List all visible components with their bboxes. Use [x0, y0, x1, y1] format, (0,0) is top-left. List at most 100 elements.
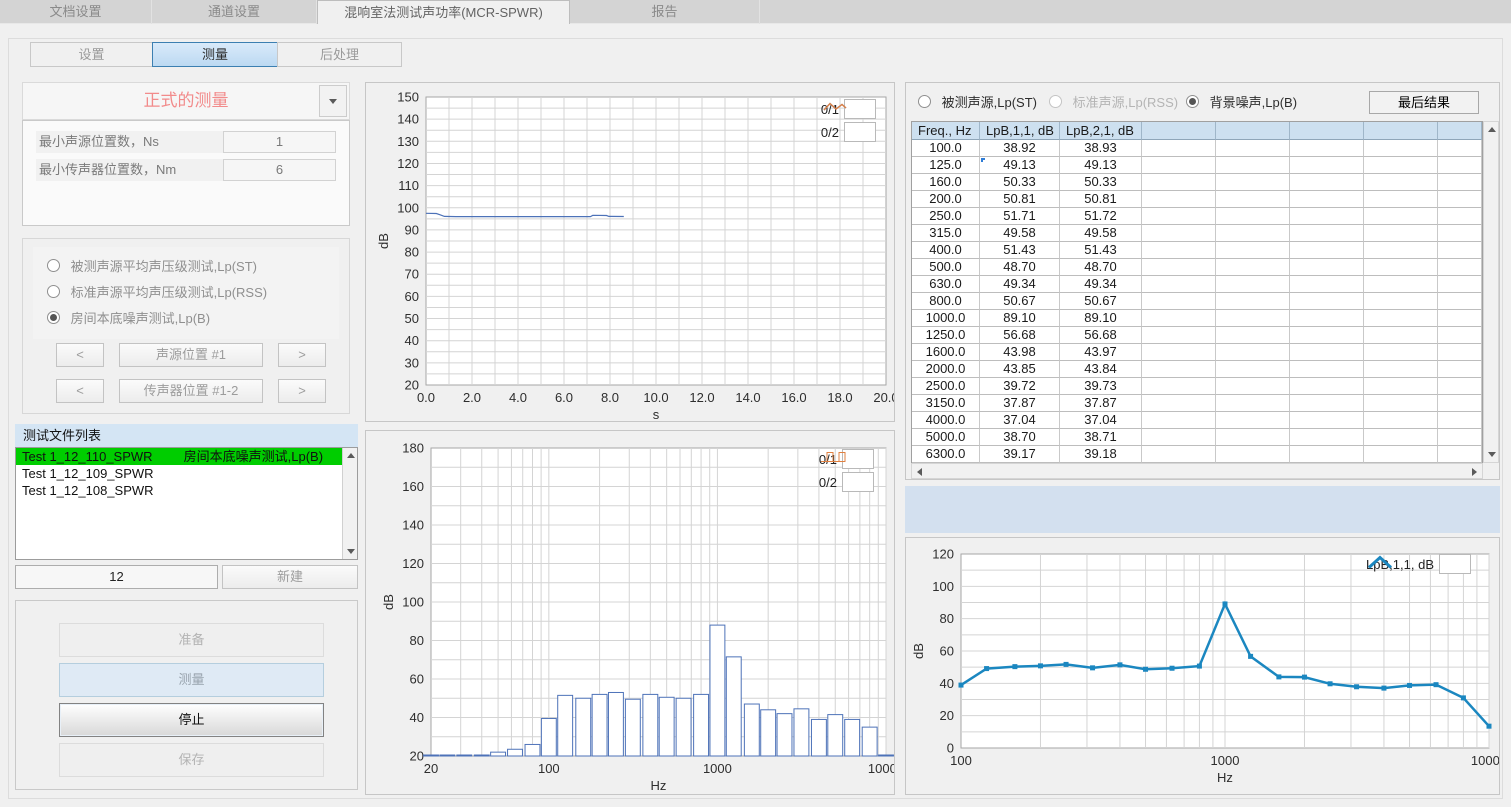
table-cell[interactable]	[1364, 225, 1438, 242]
table-cell[interactable]	[1216, 208, 1290, 225]
list-item[interactable]: Test 1_12_108_SPWR	[16, 482, 357, 499]
table-cell[interactable]: 100.0	[912, 140, 980, 157]
table-cell[interactable]	[1438, 361, 1482, 378]
table-cell[interactable]	[1364, 412, 1438, 429]
table-cell[interactable]: 37.04	[980, 412, 1060, 429]
table-cell[interactable]	[1438, 310, 1482, 327]
table-cell[interactable]	[1290, 140, 1364, 157]
table-cell[interactable]	[1142, 429, 1216, 446]
table-cell[interactable]	[1142, 446, 1216, 463]
table-cell[interactable]	[1290, 259, 1364, 276]
table-cell[interactable]: 39.72	[980, 378, 1060, 395]
table-cell[interactable]	[1438, 429, 1482, 446]
table-cell[interactable]	[1142, 174, 1216, 191]
table-cell[interactable]	[1142, 225, 1216, 242]
table-cell[interactable]: 43.85	[980, 361, 1060, 378]
table-cell[interactable]	[1364, 327, 1438, 344]
table-cell[interactable]: 1250.0	[912, 327, 980, 344]
source-position-button[interactable]: 声源位置 #1	[119, 343, 263, 367]
table-cell[interactable]	[1216, 157, 1290, 174]
table-cell[interactable]	[1216, 293, 1290, 310]
source-position-next-button[interactable]: >	[278, 343, 326, 367]
table-cell[interactable]: 49.58	[1060, 225, 1142, 242]
table-cell[interactable]	[1364, 191, 1438, 208]
table-cell[interactable]: 125.0	[912, 157, 980, 174]
table-cell[interactable]	[1216, 344, 1290, 361]
table-cell[interactable]: 48.70	[980, 259, 1060, 276]
table-cell[interactable]: 630.0	[912, 276, 980, 293]
mode-dropdown-button[interactable]	[319, 85, 347, 117]
table-cell[interactable]: 3150.0	[912, 395, 980, 412]
table-cell[interactable]	[1142, 344, 1216, 361]
table-cell[interactable]: 37.87	[980, 395, 1060, 412]
table-cell[interactable]	[1142, 208, 1216, 225]
mic-position-button[interactable]: 传声器位置 #1-2	[119, 379, 263, 403]
table-cell[interactable]	[1290, 191, 1364, 208]
table-cell[interactable]	[1364, 344, 1438, 361]
scroll-down-icon[interactable]	[1484, 447, 1499, 462]
table-cell[interactable]	[1290, 327, 1364, 344]
table-cell[interactable]: 50.81	[1060, 191, 1142, 208]
table-cell[interactable]	[1364, 429, 1438, 446]
table-cell[interactable]	[1438, 174, 1482, 191]
table-cell[interactable]: 50.67	[1060, 293, 1142, 310]
table-cell[interactable]	[1438, 242, 1482, 259]
table-cell[interactable]	[1290, 395, 1364, 412]
measurement-mode-dropdown[interactable]: 正式的测量	[22, 82, 350, 120]
table-cell[interactable]	[1290, 276, 1364, 293]
table-cell[interactable]: 200.0	[912, 191, 980, 208]
table-cell[interactable]	[1216, 242, 1290, 259]
table-cell[interactable]	[1364, 293, 1438, 310]
table-cell[interactable]: 800.0	[912, 293, 980, 310]
table-cell[interactable]	[1438, 191, 1482, 208]
table-cell[interactable]: 39.17	[980, 446, 1060, 463]
table-cell[interactable]: 315.0	[912, 225, 980, 242]
subtab-postprocess[interactable]: 后处理	[277, 42, 402, 67]
table-cell[interactable]	[1216, 378, 1290, 395]
radio-lp-st[interactable]	[47, 259, 60, 272]
table-cell[interactable]: 39.18	[1060, 446, 1142, 463]
table-cell[interactable]	[1438, 157, 1482, 174]
table-cell[interactable]	[1216, 429, 1290, 446]
mic-position-next-button[interactable]: >	[278, 379, 326, 403]
table-cell[interactable]: 49.34	[1060, 276, 1142, 293]
table-cell[interactable]	[1364, 310, 1438, 327]
table-cell[interactable]	[1216, 276, 1290, 293]
table-cell[interactable]: 43.97	[1060, 344, 1142, 361]
result-radio-lp-b[interactable]	[1186, 95, 1199, 108]
table-cell[interactable]	[1364, 259, 1438, 276]
table-cell[interactable]: 43.84	[1060, 361, 1142, 378]
param-value-ns[interactable]: 1	[223, 131, 336, 153]
table-cell[interactable]	[1216, 327, 1290, 344]
save-button[interactable]: 保存	[59, 743, 324, 777]
table-cell[interactable]	[1216, 174, 1290, 191]
table-cell[interactable]	[1290, 174, 1364, 191]
table-cell[interactable]	[1438, 344, 1482, 361]
table-cell[interactable]: 56.68	[980, 327, 1060, 344]
stop-button[interactable]: 停止	[59, 703, 324, 737]
table-cell[interactable]: 49.13	[1060, 157, 1142, 174]
table-cell[interactable]: 1000.0	[912, 310, 980, 327]
table-cell[interactable]	[1142, 259, 1216, 276]
table-cell[interactable]: 4000.0	[912, 412, 980, 429]
measure-button[interactable]: 测量	[59, 663, 324, 697]
table-cell[interactable]: 1600.0	[912, 344, 980, 361]
prepare-button[interactable]: 准备	[59, 623, 324, 657]
table-cell[interactable]	[1438, 276, 1482, 293]
table-cell[interactable]	[1290, 242, 1364, 259]
table-cell[interactable]	[1142, 293, 1216, 310]
table-cell[interactable]	[1364, 157, 1438, 174]
table-cell[interactable]: 5000.0	[912, 429, 980, 446]
table-cell[interactable]	[1290, 361, 1364, 378]
table-cell[interactable]: 37.87	[1060, 395, 1142, 412]
table-cell[interactable]: 56.68	[1060, 327, 1142, 344]
table-cell[interactable]	[1438, 412, 1482, 429]
table-cell[interactable]	[1364, 140, 1438, 157]
table-cell[interactable]: 6300.0	[912, 446, 980, 463]
table-cell[interactable]: 50.81	[980, 191, 1060, 208]
table-cell[interactable]	[1142, 412, 1216, 429]
table-cell[interactable]	[1142, 157, 1216, 174]
table-cell[interactable]	[1142, 378, 1216, 395]
table-cell[interactable]	[1290, 429, 1364, 446]
table-cell[interactable]	[1290, 225, 1364, 242]
